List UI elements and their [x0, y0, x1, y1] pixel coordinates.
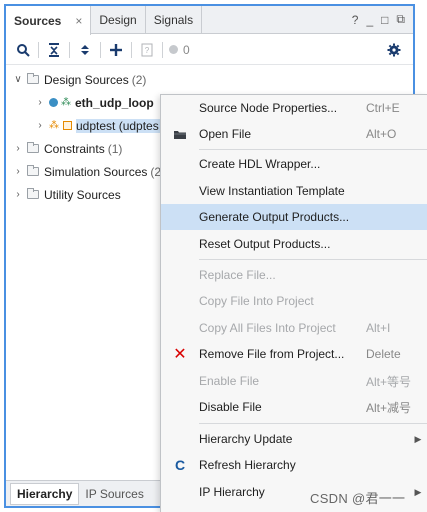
menu-item-label: View Instantiation Template: [199, 184, 345, 198]
menu-separator: [199, 423, 427, 424]
tab-sources[interactable]: Sources ×: [6, 6, 92, 35]
submenu-arrow-icon: ▶: [414, 433, 422, 444]
menu-item-hierarchy-update[interactable]: Hierarchy Update ▶: [161, 426, 427, 452]
menu-item-label: Disable File: [199, 400, 262, 414]
menu-item-label: Open File: [199, 127, 252, 141]
menu-item-create-hdl-wrapper[interactable]: Create HDL Wrapper...: [161, 151, 427, 177]
submenu-arrow-icon: ▶: [414, 486, 422, 497]
window-controls: ? _ □ ⧉: [352, 6, 413, 33]
toolbar-divider: [131, 41, 132, 58]
menu-item-label: Hierarchy Update: [199, 432, 293, 446]
status-count: 0: [169, 43, 190, 57]
add-icon[interactable]: [105, 39, 127, 61]
float-icon[interactable]: ⧉: [396, 12, 405, 27]
toolbar-divider: [100, 41, 101, 58]
tree-node-count: (2): [131, 72, 147, 87]
menu-item-shortcut: Alt+O: [366, 127, 397, 141]
menu-item-generate-output-products[interactable]: Generate Output Products...: [161, 204, 427, 230]
tab-sources-label: Sources: [14, 13, 62, 28]
tree-node-label: Constraints: [44, 141, 105, 156]
tree-node-label: Utility Sources: [44, 187, 121, 202]
menu-item-label: Enable File: [199, 374, 260, 388]
menu-item-label: Copy File Into Project: [199, 294, 314, 308]
menu-item-shortcut: Alt+等号: [366, 374, 412, 389]
hierarchy-icon: ⁂: [61, 97, 71, 108]
menu-item-view-instantiation-template[interactable]: View Instantiation Template: [161, 178, 427, 204]
chevron-right-icon[interactable]: ›: [34, 120, 46, 131]
menu-item-label: Generate Output Products...: [199, 210, 350, 224]
help-icon[interactable]: ?: [352, 13, 359, 27]
menu-item-label: Refresh Hierarchy: [199, 458, 296, 472]
gear-icon[interactable]: [383, 39, 405, 61]
close-icon[interactable]: ×: [75, 14, 82, 28]
menu-item-open-file[interactable]: Open File Alt+O: [161, 121, 427, 147]
toolbar-divider: [38, 41, 39, 58]
module-icon: [63, 121, 72, 130]
menu-item-source-node-properties[interactable]: Source Node Properties... Ctrl+E: [161, 95, 427, 121]
toolbar-divider: [69, 41, 70, 58]
tab-hierarchy[interactable]: Hierarchy: [10, 482, 80, 505]
watermark: CSDN @君一一: [310, 491, 406, 506]
tab-ip-sources[interactable]: IP Sources: [79, 484, 149, 504]
tree-node-count: (1): [107, 141, 123, 156]
status-dot-icon: [169, 45, 178, 54]
folder-open-icon: [161, 129, 199, 140]
context-menu: Source Node Properties... Ctrl+E Open Fi…: [160, 94, 427, 512]
menu-item-label: Replace File...: [199, 268, 276, 282]
folder-icon: [27, 188, 39, 199]
chevron-right-icon[interactable]: ›: [12, 166, 24, 177]
status-count-value: 0: [183, 42, 190, 57]
menu-item-copy-file-into-project[interactable]: Copy File Into Project: [161, 288, 427, 314]
tab-signals[interactable]: Signals: [146, 6, 203, 33]
tab-signals-label: Signals: [153, 12, 194, 27]
menu-item-label: Create HDL Wrapper...: [199, 157, 321, 171]
minimize-icon[interactable]: _: [366, 13, 373, 27]
toolbar-divider: [162, 41, 163, 58]
folder-icon: [27, 73, 39, 84]
hierarchy-icon: ⁂: [49, 120, 59, 131]
remove-x-icon: ✕: [173, 346, 187, 363]
ip-block-icon: [49, 98, 58, 107]
menu-item-label: Reset Output Products...: [199, 237, 331, 251]
expand-all-icon[interactable]: [74, 39, 96, 61]
tree-node-design-sources[interactable]: ∨ Design Sources (2): [6, 68, 413, 91]
svg-text:?: ?: [145, 46, 150, 55]
menu-item-shortcut: Ctrl+E: [366, 101, 400, 115]
menu-item-enable-file[interactable]: Enable File Alt+等号: [161, 368, 427, 394]
menu-item-replace-file[interactable]: Replace File...: [161, 262, 427, 288]
search-icon[interactable]: [12, 39, 34, 61]
menu-item-disable-file[interactable]: Disable File Alt+减号: [161, 394, 427, 420]
menu-item-reset-output-products[interactable]: Reset Output Products...: [161, 231, 427, 257]
folder-icon: [27, 142, 39, 153]
tree-node-label: Design Sources: [44, 72, 129, 87]
maximize-icon[interactable]: □: [381, 13, 388, 27]
chevron-down-icon[interactable]: ∨: [12, 74, 24, 85]
menu-separator: [199, 149, 427, 150]
menu-item-label: Source Node Properties...: [199, 101, 338, 115]
sources-toolbar: ? 0: [6, 35, 413, 65]
properties-icon[interactable]: ?: [136, 39, 158, 61]
folder-icon: [27, 165, 39, 176]
tab-design-label: Design: [99, 12, 137, 27]
chevron-right-icon[interactable]: ›: [12, 189, 24, 200]
tree-node-label: eth_udp_loop: [75, 95, 154, 110]
menu-item-shortcut: Alt+I: [366, 321, 391, 335]
menu-item-refresh-hierarchy[interactable]: C Refresh Hierarchy: [161, 452, 427, 478]
menu-item-shortcut: Delete: [366, 347, 401, 361]
menu-item-label: Remove File from Project...: [199, 347, 345, 361]
tab-design[interactable]: Design: [91, 6, 146, 33]
collapse-all-icon[interactable]: [43, 39, 65, 61]
menu-item-label: Copy All Files Into Project: [199, 321, 336, 335]
tree-node-label: Simulation Sources: [44, 164, 148, 179]
menu-item-remove-file-from-project[interactable]: ✕ Remove File from Project... Delete: [161, 341, 427, 367]
menu-separator: [199, 259, 427, 260]
chevron-right-icon[interactable]: ›: [12, 143, 24, 154]
chevron-right-icon[interactable]: ›: [34, 97, 46, 108]
menu-item-shortcut: Alt+减号: [366, 400, 412, 415]
tab-bar: Sources × Design Signals ? _ □ ⧉: [6, 6, 413, 35]
menu-item-copy-all-files-into-project[interactable]: Copy All Files Into Project Alt+I: [161, 315, 427, 341]
refresh-icon: C: [174, 457, 186, 473]
